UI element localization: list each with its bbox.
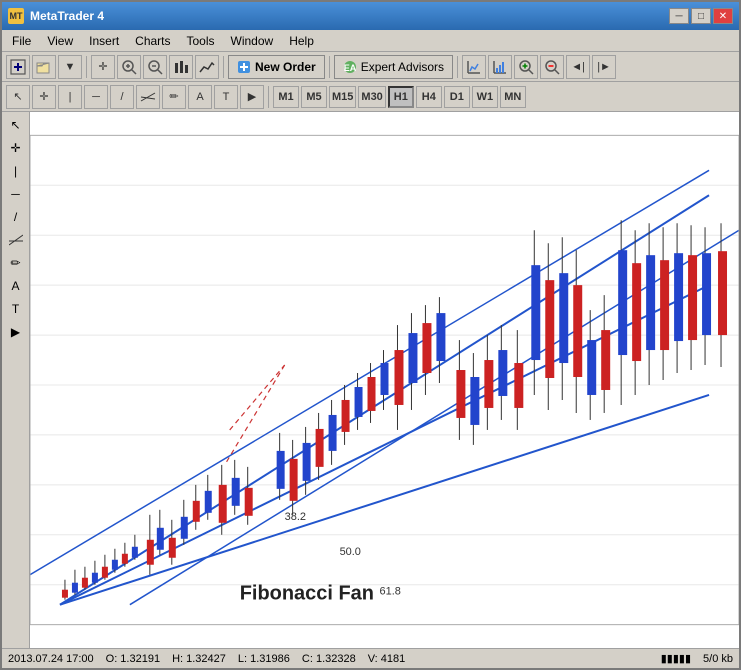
- sep3: [329, 56, 330, 78]
- svg-text:50.0: 50.0: [340, 546, 361, 558]
- expert-advisors-button[interactable]: EA Expert Advisors: [334, 55, 453, 79]
- zoom-chart-in[interactable]: [514, 55, 538, 79]
- expert-advisors-label: Expert Advisors: [361, 60, 444, 74]
- draw-vline[interactable]: |: [4, 160, 28, 182]
- history-button[interactable]: [462, 55, 486, 79]
- sep4: [457, 56, 458, 78]
- zoom-chart-out[interactable]: [540, 55, 564, 79]
- tf-m1[interactable]: M1: [273, 86, 299, 108]
- draw-hline[interactable]: ─: [4, 183, 28, 205]
- draw-trend[interactable]: /: [4, 206, 28, 228]
- menu-help[interactable]: Help: [281, 32, 322, 50]
- title-bar: MT MetaTrader 4 ─ □ ✕: [2, 2, 739, 30]
- trendline-tool[interactable]: /: [110, 85, 134, 109]
- status-bar: 2013.07.24 17:00 O: 1.32191 H: 1.32427 L…: [2, 648, 739, 668]
- close-button[interactable]: ✕: [713, 8, 733, 24]
- status-low: L: 1.31986: [238, 653, 290, 665]
- title-bar-controls: ─ □ ✕: [669, 8, 733, 24]
- menu-file[interactable]: File: [4, 32, 39, 50]
- draw-cursor[interactable]: ↖: [4, 114, 28, 136]
- draw-pencil[interactable]: ✏: [4, 252, 28, 274]
- svg-text:61.8: 61.8: [380, 586, 401, 598]
- toolbar-row-2: ↖ ✛ | ─ / ✏ A T ▶ M1 M5 M15 M30 H1 H4 D1…: [2, 82, 739, 112]
- chart-area[interactable]: 38.2 50.0 61.8: [30, 112, 739, 648]
- minimize-button[interactable]: ─: [669, 8, 689, 24]
- tf-h1[interactable]: H1: [388, 86, 414, 108]
- draw-text[interactable]: A: [4, 275, 28, 297]
- draw-arrow[interactable]: ▶: [4, 321, 28, 343]
- text-label-tool[interactable]: T: [214, 85, 238, 109]
- status-open: O: 1.32191: [106, 653, 160, 665]
- vertical-line-tool[interactable]: |: [58, 85, 82, 109]
- chart-svg: 38.2 50.0 61.8: [30, 112, 739, 648]
- toolbar-row-1: ▼ ✛ New Order EA Expert Advisors: [2, 52, 739, 82]
- tf-m30[interactable]: M30: [358, 86, 385, 108]
- scroll-right-button[interactable]: |►: [592, 55, 616, 79]
- main-window: MT MetaTrader 4 ─ □ ✕ File View Insert C…: [0, 0, 741, 670]
- tf-d1[interactable]: D1: [444, 86, 470, 108]
- tf-w1[interactable]: W1: [472, 86, 498, 108]
- tf-h4[interactable]: H4: [416, 86, 442, 108]
- zoom-in-button[interactable]: [117, 55, 141, 79]
- chart-type-button[interactable]: [169, 55, 193, 79]
- new-order-button[interactable]: New Order: [228, 55, 325, 79]
- line-chart-button[interactable]: [195, 55, 219, 79]
- menu-tools[interactable]: Tools: [179, 32, 223, 50]
- maximize-button[interactable]: □: [691, 8, 711, 24]
- app-icon: MT: [8, 8, 24, 24]
- status-high: H: 1.32427: [172, 653, 226, 665]
- new-order-label: New Order: [255, 60, 316, 74]
- menu-insert[interactable]: Insert: [81, 32, 127, 50]
- crosshair-button[interactable]: ✛: [91, 55, 115, 79]
- status-close: C: 1.32328: [302, 653, 356, 665]
- window-title: MetaTrader 4: [30, 9, 104, 23]
- channel-tool[interactable]: [136, 85, 160, 109]
- draw-textlabel[interactable]: T: [4, 298, 28, 320]
- title-bar-left: MT MetaTrader 4: [8, 8, 104, 24]
- tf-m15[interactable]: M15: [329, 86, 356, 108]
- sep2: [223, 56, 224, 78]
- menu-view[interactable]: View: [39, 32, 81, 50]
- chart-container: ↖ ✛ | ─ / ✏ A T ▶: [2, 112, 739, 648]
- zoom-out-button[interactable]: [143, 55, 167, 79]
- dropdown-arrow[interactable]: ▼: [58, 55, 82, 79]
- open-button[interactable]: [32, 55, 56, 79]
- draw-cross[interactable]: ✛: [4, 137, 28, 159]
- menu-window[interactable]: Window: [223, 32, 282, 50]
- arrow-tool[interactable]: ▶: [240, 85, 264, 109]
- tf-mn[interactable]: MN: [500, 86, 526, 108]
- svg-text:EA: EA: [343, 63, 356, 73]
- horizontal-line-tool[interactable]: ─: [84, 85, 108, 109]
- draw-channel[interactable]: [4, 229, 28, 251]
- text-tool[interactable]: A: [188, 85, 212, 109]
- status-datetime: 2013.07.24 17:00: [8, 653, 94, 665]
- sep1: [86, 56, 87, 78]
- drawing-toolbar: ↖ ✛ | ─ / ✏ A T ▶: [2, 112, 30, 648]
- pencil-tool[interactable]: ✏: [162, 85, 186, 109]
- menu-bar: File View Insert Charts Tools Window Hel…: [2, 30, 739, 52]
- cursor-tool[interactable]: ↖: [6, 85, 30, 109]
- status-bars-icon: ▮▮▮▮▮: [661, 652, 691, 665]
- svg-text:38.2: 38.2: [285, 511, 306, 523]
- fib-label: Fibonacci Fan: [240, 583, 374, 605]
- status-volume: V: 4181: [368, 653, 406, 665]
- period-button[interactable]: [488, 55, 512, 79]
- menu-charts[interactable]: Charts: [127, 32, 178, 50]
- new-chart-button[interactable]: [6, 55, 30, 79]
- status-size: 5/0 kb: [703, 653, 733, 665]
- crosshair-tool[interactable]: ✛: [32, 85, 56, 109]
- scroll-left-button[interactable]: ◄|: [566, 55, 590, 79]
- sep5: [268, 86, 269, 108]
- tf-m5[interactable]: M5: [301, 86, 327, 108]
